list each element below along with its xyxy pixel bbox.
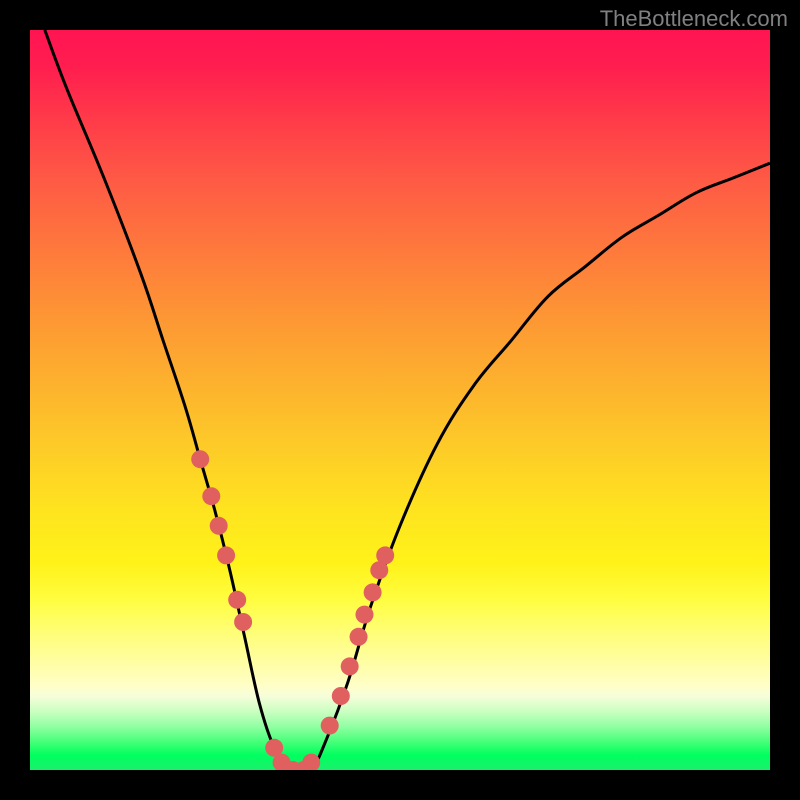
bottleneck-curve-line	[45, 30, 770, 770]
data-marker	[210, 517, 228, 535]
data-marker	[341, 657, 359, 675]
data-marker	[350, 628, 368, 646]
watermark-text: TheBottleneck.com	[600, 6, 788, 32]
data-markers	[191, 450, 394, 770]
data-marker	[355, 606, 373, 624]
data-marker	[376, 546, 394, 564]
data-marker	[302, 754, 320, 770]
data-marker	[364, 583, 382, 601]
data-marker	[332, 687, 350, 705]
data-marker	[217, 546, 235, 564]
chart-svg	[30, 30, 770, 770]
data-marker	[202, 487, 220, 505]
data-marker	[228, 591, 246, 609]
curve-path	[45, 30, 770, 770]
data-marker	[234, 613, 252, 631]
data-marker	[321, 717, 339, 735]
data-marker	[191, 450, 209, 468]
